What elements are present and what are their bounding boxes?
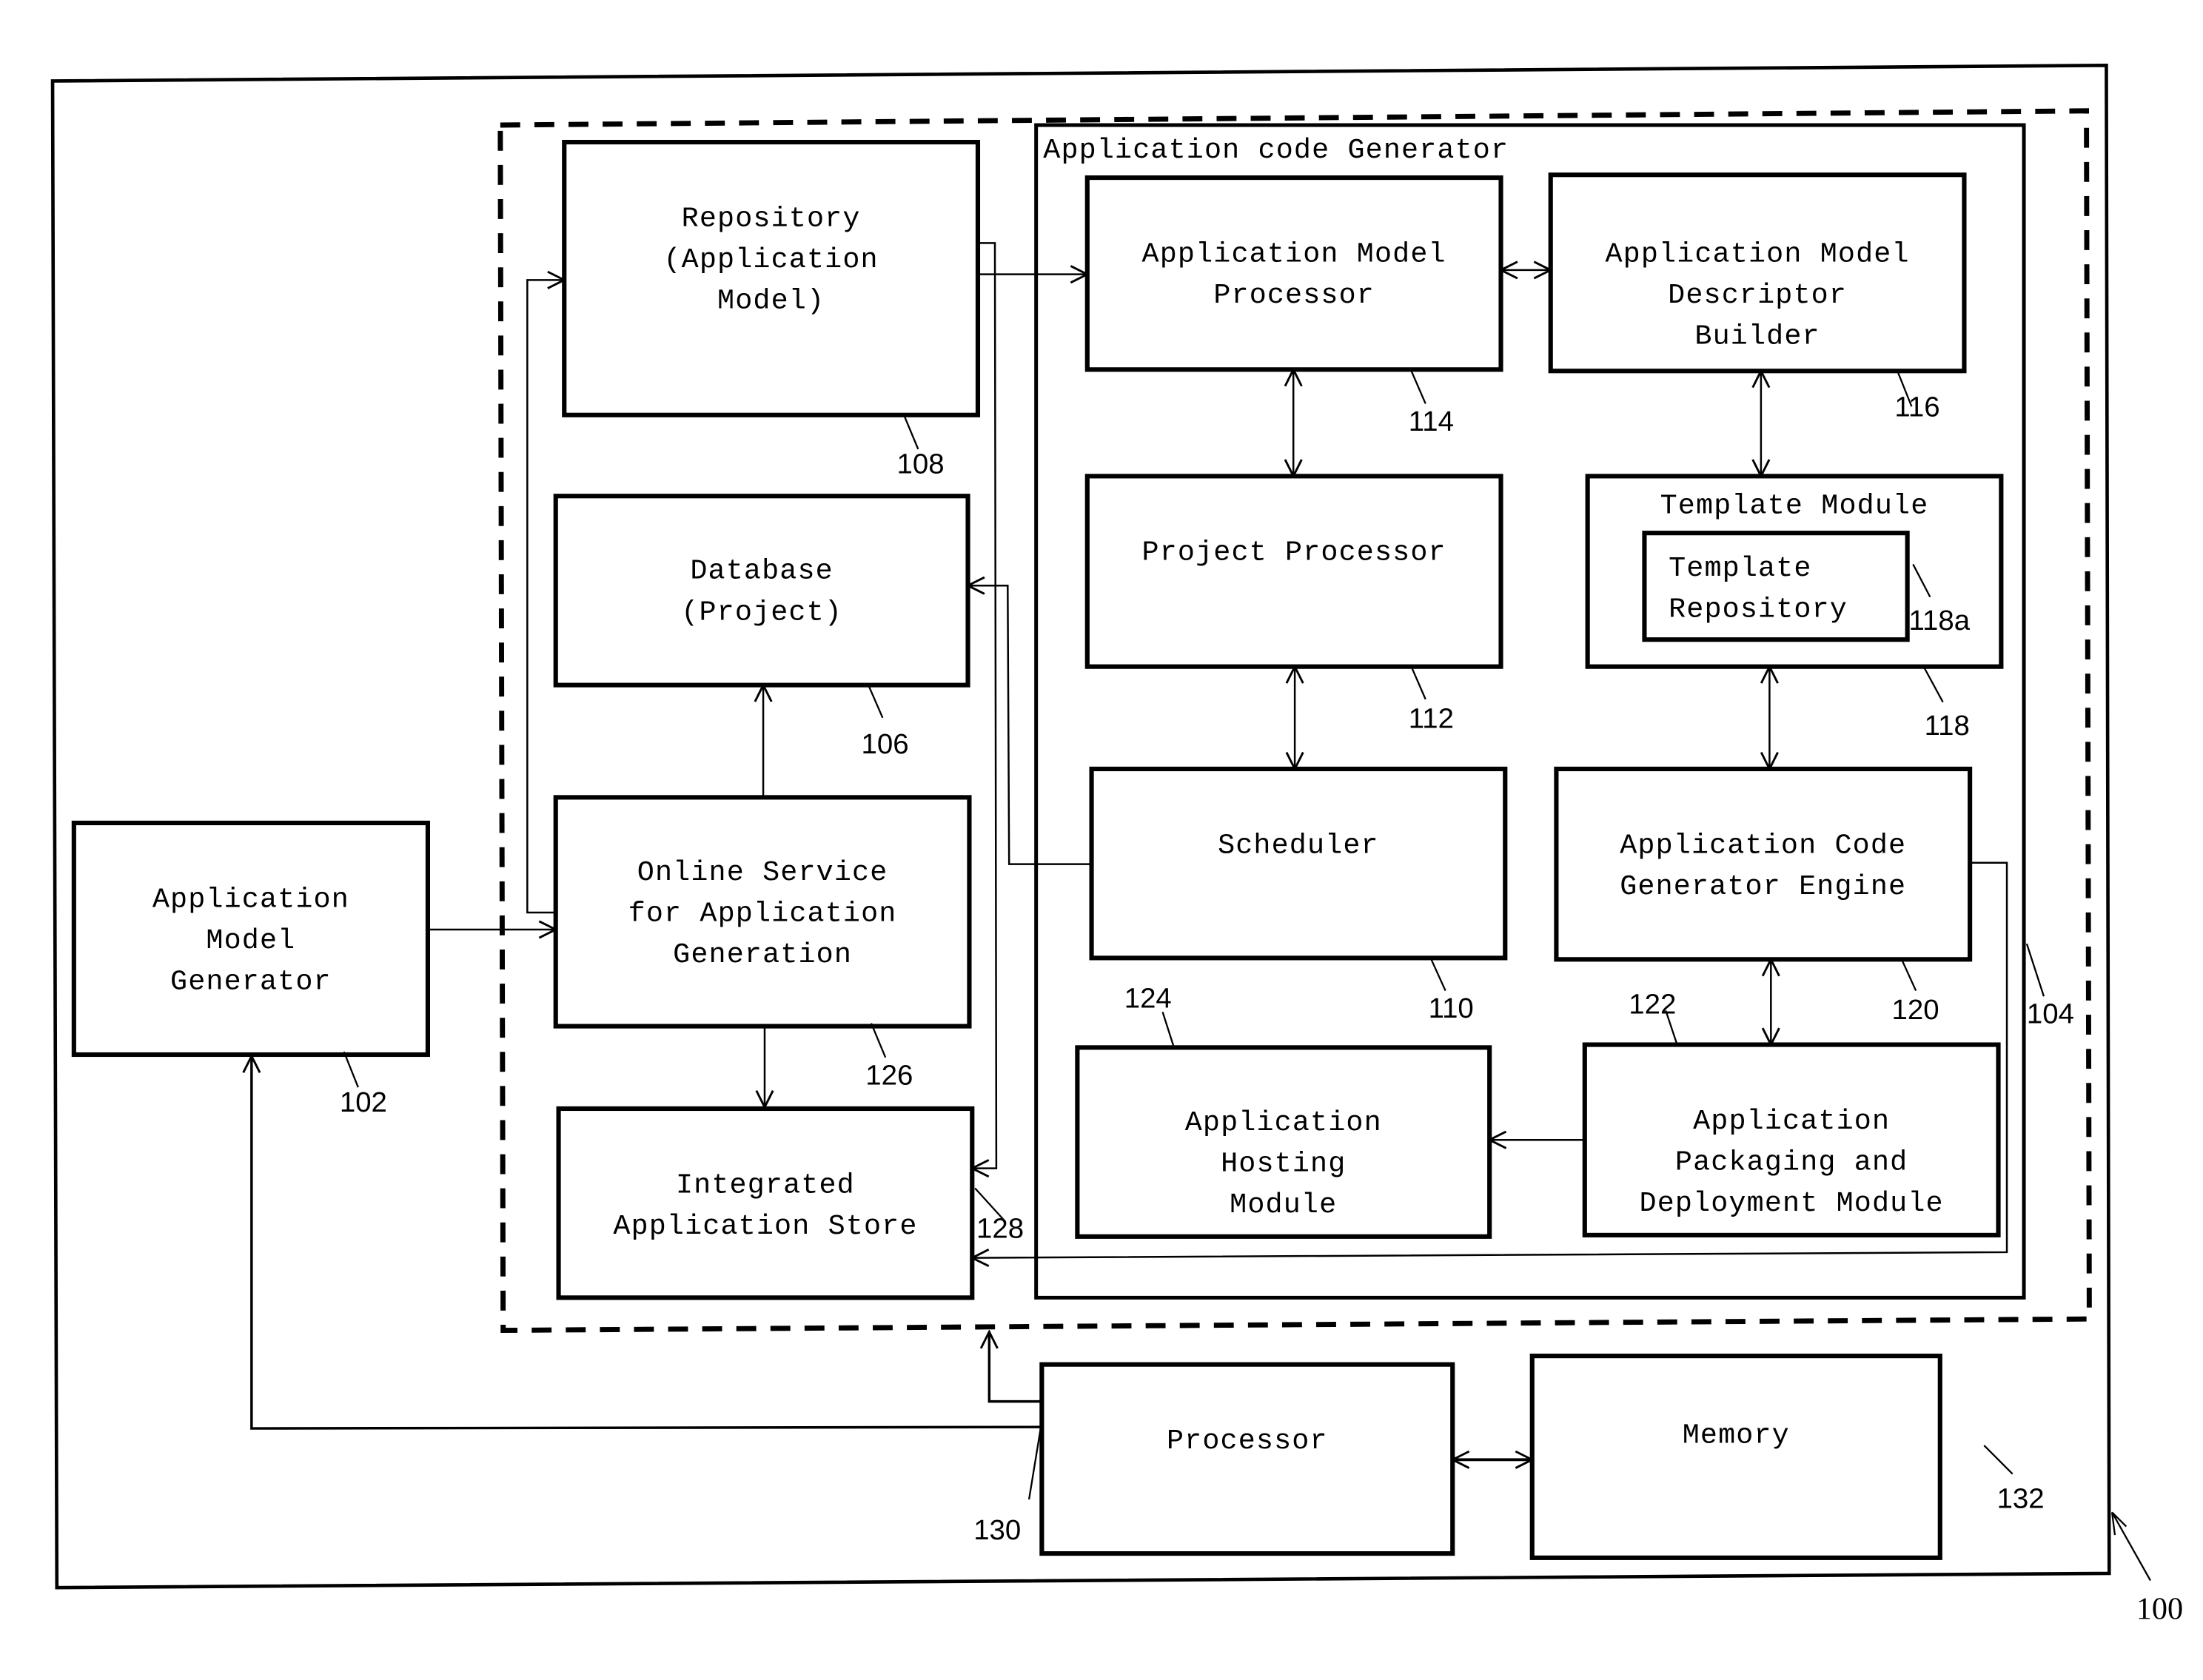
- repository-box: [562, 139, 981, 417]
- ref-label-132: 132: [1997, 1483, 2045, 1515]
- wire-scheduler-to-database: [968, 585, 1092, 865]
- ref-label-106: 106: [862, 728, 909, 760]
- repository-label-line: Repository: [682, 202, 861, 235]
- leader-108: [903, 414, 919, 450]
- block-app-model-generator: Application Model Generator: [71, 820, 430, 1058]
- ref-label-126: 126: [865, 1059, 913, 1091]
- descriptor-builder-label-line: Builder: [1694, 320, 1820, 353]
- template-module-label-line: Template Module: [1660, 489, 1929, 522]
- hosting-module-label-line: Module: [1230, 1189, 1337, 1221]
- online-service-label-line: for Application: [628, 897, 897, 930]
- hosting-module-label-line: Hosting: [1221, 1147, 1346, 1180]
- scheduler-label-line: Scheduler: [1218, 829, 1379, 861]
- database-label-line: Database: [690, 555, 834, 588]
- ref-label-112: 112: [1409, 702, 1454, 734]
- scheduler-box: [1089, 766, 1508, 961]
- ref-label-108: 108: [897, 448, 945, 480]
- block-model-processor: Application Model Processor: [1084, 175, 1503, 372]
- leader-124: [1161, 1012, 1176, 1048]
- leader-112: [1410, 666, 1426, 700]
- database-label-line: (Project): [681, 596, 842, 628]
- app-store-label-line: Application Store: [613, 1210, 917, 1243]
- memory-box: [1529, 1354, 1942, 1560]
- ref-label-122: 122: [1629, 988, 1676, 1020]
- ref-label-124: 124: [1124, 983, 1172, 1015]
- ref-label-100: 100: [2136, 1591, 2183, 1626]
- block-database: Database (Project): [553, 494, 970, 688]
- ref-label-118: 118: [1925, 710, 1970, 742]
- leader-102: [343, 1051, 359, 1088]
- processor-box: [1039, 1362, 1455, 1556]
- repository-label-line: Model): [717, 285, 825, 317]
- leader-104: [2025, 943, 2045, 997]
- app-model-generator-label-line: Application: [152, 883, 349, 915]
- ref-label-120: 120: [1892, 994, 1939, 1026]
- descriptor-builder-label-line: Descriptor: [1668, 279, 1847, 312]
- wire-processor-to-dashed-group: [989, 1331, 1042, 1403]
- leader-118: [1923, 668, 1944, 703]
- ref-label-102: 102: [340, 1086, 387, 1118]
- block-memory: Memory: [1529, 1354, 1942, 1560]
- leader-132: [1983, 1445, 2013, 1475]
- block-descriptor-builder: Application Model Descriptor Builder: [1548, 172, 1967, 374]
- code-engine-label-line: Generator Engine: [1620, 870, 1906, 903]
- system-block-diagram: Application code Generator ApplicationMo…: [50, 64, 2183, 1626]
- packaging-module-label-line: Packaging and: [1675, 1146, 1908, 1179]
- ref-label-110: 110: [1429, 992, 1474, 1024]
- block-code-engine: Application Code Generator Engine: [1554, 766, 1973, 962]
- online-service-label-line: Generation: [673, 938, 852, 971]
- model-processor-label-line: Processor: [1213, 279, 1375, 312]
- repository-label-line: (Application: [663, 243, 878, 276]
- leader-114: [1410, 370, 1426, 404]
- code-engine-label-line: Application Code: [1620, 829, 1906, 861]
- block-scheduler: Scheduler: [1089, 766, 1508, 961]
- ref-label-118a: 118a: [1909, 605, 1971, 636]
- leader-106: [868, 685, 884, 719]
- database-box: [553, 494, 970, 688]
- block-template-repository: Template Repository: [1642, 531, 1910, 642]
- project-processor-box: [1084, 474, 1503, 669]
- block-hosting-module: Application Hosting Module: [1075, 1045, 1492, 1239]
- block-app-store: Integrated Application Store: [556, 1106, 975, 1300]
- ref-label-114: 114: [1409, 406, 1454, 437]
- leader-100: [2111, 1511, 2151, 1582]
- code-generator-label: Application code Generator: [1043, 134, 1509, 167]
- block-project-processor: Project Processor: [1084, 474, 1503, 669]
- processor-label-line: Processor: [1167, 1425, 1328, 1457]
- model-processor-label-line: Application Model: [1142, 238, 1446, 270]
- online-service-label-line: Online Service: [637, 856, 888, 889]
- descriptor-builder-label-line: Application Model: [1605, 238, 1909, 270]
- app-model-generator-label-line: Generator: [170, 966, 332, 998]
- hosting-module-label-line: Application: [1185, 1106, 1382, 1139]
- project-processor-label-line: Project Processor: [1142, 537, 1446, 569]
- template-repository-label-line: Repository: [1669, 593, 1848, 625]
- ref-label-130: 130: [973, 1514, 1021, 1546]
- model-processor-box: [1084, 175, 1503, 372]
- template-repository-label-line: Template: [1669, 552, 1812, 585]
- ref-label-128: 128: [976, 1213, 1024, 1245]
- packaging-module-label-line: Application: [1693, 1105, 1890, 1138]
- ref-label-104: 104: [2027, 998, 2074, 1030]
- leader-120: [1900, 958, 1917, 992]
- block-packaging-module: Application Packaging and Deployment Modul…: [1582, 1042, 2001, 1237]
- memory-label-line: Memory: [1683, 1419, 1790, 1451]
- ref-label-116: 116: [1894, 392, 1939, 423]
- block-online-service: Online Service for Application Generation: [553, 795, 972, 1029]
- block-repository: Repository (Application Model): [562, 139, 981, 417]
- packaging-module-label-line: Deployment Module: [1640, 1187, 1944, 1220]
- app-store-label-line: Integrated: [676, 1169, 855, 1201]
- app-store-box: [556, 1106, 975, 1300]
- app-model-generator-label-line: Model: [206, 924, 295, 957]
- code-engine-box: [1554, 766, 1973, 962]
- block-processor: Processor: [1039, 1362, 1455, 1556]
- leader-110: [1430, 958, 1446, 992]
